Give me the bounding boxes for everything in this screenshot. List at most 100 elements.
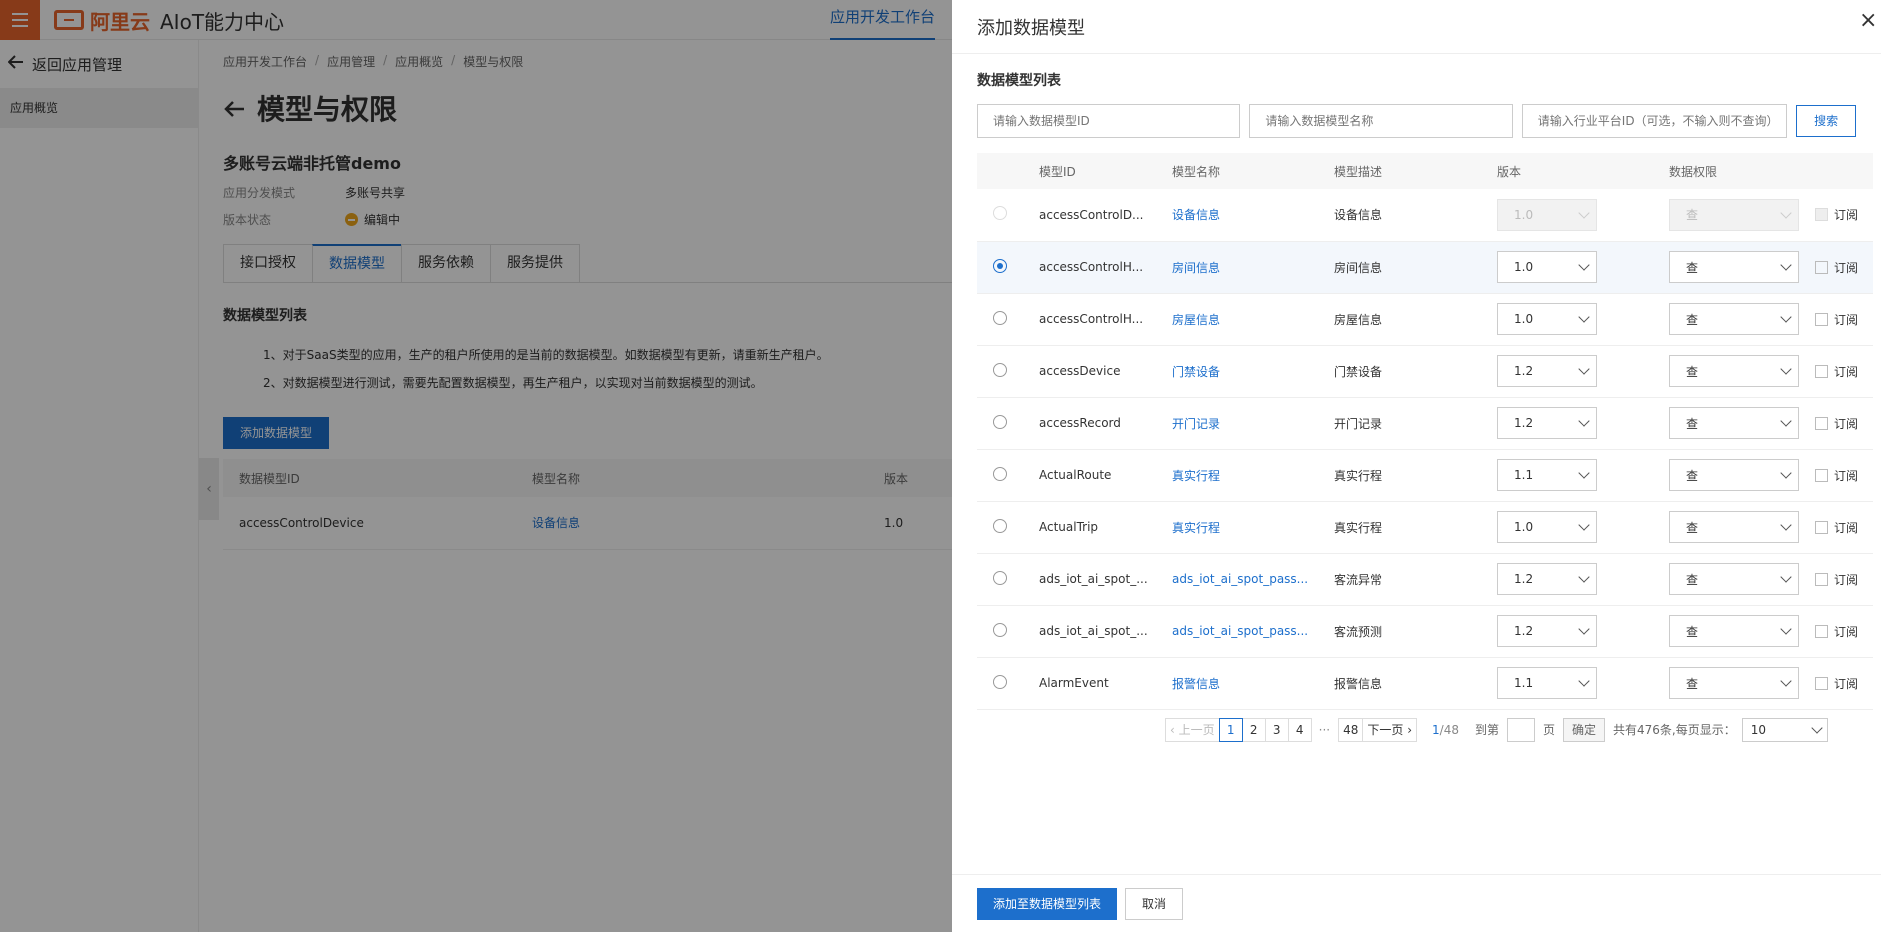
subscribe-checkbox[interactable]: 订阅 — [1815, 311, 1873, 328]
subscribe-checkbox[interactable]: 订阅 — [1815, 675, 1873, 692]
row-radio[interactable] — [993, 622, 1007, 637]
subscribe-checkbox[interactable]: 订阅 — [1815, 519, 1873, 536]
search-button[interactable]: 搜索 — [1796, 105, 1857, 137]
pagination: ‹ 上一页 1 2 3 4 ··· 48 下一页 › 1/48 到第 页 确定 … — [1165, 717, 1856, 742]
subscribe-checkbox[interactable]: 订阅 — [1815, 259, 1873, 276]
permission-select[interactable]: 查 — [1669, 667, 1799, 699]
subscribe-checkbox[interactable]: 订阅 — [1815, 415, 1873, 432]
platform-id-search-input[interactable] — [1521, 104, 1788, 138]
permission-select[interactable]: 查 — [1669, 251, 1799, 283]
cell-model-name-link[interactable]: 开门记录 — [1172, 415, 1334, 432]
table-row[interactable]: accessControlH... 房屋信息 房屋信息 1.0 查订阅 — [977, 293, 1873, 346]
table-row[interactable]: ActualTrip 真实行程 真实行程 1.0 查订阅 — [977, 501, 1873, 554]
chevron-down-icon — [1578, 415, 1590, 427]
table-row[interactable]: accessControlD... 设备信息 设备信息 1.0 查订阅 — [977, 189, 1873, 242]
table-row[interactable]: accessDevice 门禁设备 门禁设备 1.2 查订阅 — [977, 345, 1873, 398]
version-select[interactable]: 1.1 — [1497, 667, 1597, 699]
table-row[interactable]: AlarmEvent 报警信息 报警信息 1.1 查订阅 — [977, 657, 1873, 710]
cell-model-name-link[interactable]: 真实行程 — [1172, 467, 1334, 484]
permission-select[interactable]: 查 — [1669, 407, 1799, 439]
checkbox-icon — [1815, 624, 1828, 638]
model-select-table: 模型ID 模型名称 模型描述 版本 数据权限 accessControlD...… — [977, 153, 1873, 710]
model-id-search-input[interactable] — [977, 104, 1241, 138]
row-radio[interactable] — [993, 310, 1007, 325]
goto-confirm-button[interactable]: 确定 — [1563, 717, 1606, 742]
model-name-search-input[interactable] — [1249, 104, 1513, 138]
row-radio[interactable] — [993, 466, 1007, 481]
chevron-down-icon — [1780, 675, 1792, 687]
prev-page-button[interactable]: ‹ 上一页 — [1165, 717, 1220, 742]
cell-model-desc: 设备信息 — [1334, 208, 1383, 223]
permission-select[interactable]: 查 — [1669, 511, 1799, 543]
checkbox-icon — [1815, 676, 1828, 690]
page-ellipsis: ··· — [1318, 722, 1331, 737]
drawer-footer: 添加至数据模型列表 取消 — [952, 874, 1881, 932]
page-button[interactable]: 3 — [1264, 717, 1289, 742]
version-select[interactable]: 1.2 — [1497, 407, 1597, 439]
row-radio[interactable] — [993, 518, 1007, 533]
checkbox-icon — [1815, 416, 1828, 430]
version-select[interactable]: 1.0 — [1497, 303, 1597, 335]
permission-select[interactable]: 查 — [1669, 355, 1799, 387]
cell-model-name-link[interactable]: ads_iot_ai_spot_pass... — [1172, 624, 1334, 638]
version-select[interactable]: 1.2 — [1497, 355, 1597, 387]
permission-select[interactable]: 查 — [1669, 563, 1799, 595]
row-radio[interactable] — [993, 362, 1007, 377]
cell-model-desc: 开门记录 — [1334, 416, 1383, 431]
cell-model-name-link[interactable]: 房屋信息 — [1172, 311, 1334, 328]
cell-model-name-link[interactable]: 真实行程 — [1172, 519, 1334, 536]
cell-model-name-link[interactable]: 门禁设备 — [1172, 363, 1334, 380]
permission-select[interactable]: 查 — [1669, 303, 1799, 335]
cell-model-desc: 报警信息 — [1334, 676, 1383, 691]
row-radio[interactable] — [993, 570, 1007, 585]
subscribe-checkbox[interactable]: 订阅 — [1815, 363, 1873, 380]
close-icon[interactable]: × — [1859, 8, 1881, 33]
subscribe-checkbox[interactable]: 订阅 — [1815, 467, 1873, 484]
row-radio[interactable] — [993, 674, 1007, 689]
cell-model-desc: 真实行程 — [1334, 520, 1383, 535]
page-button[interactable]: 48 — [1338, 717, 1364, 742]
version-select: 1.0 — [1497, 198, 1597, 231]
add-to-list-button[interactable]: 添加至数据模型列表 — [977, 887, 1118, 920]
chevron-down-icon — [1578, 207, 1590, 219]
row-radio[interactable] — [993, 414, 1007, 429]
cell-model-desc: 房间信息 — [1334, 260, 1383, 275]
list-title: 数据模型列表 — [977, 73, 1061, 89]
cell-model-name-link[interactable]: 报警信息 — [1172, 675, 1334, 692]
version-select[interactable]: 1.0 — [1497, 251, 1597, 283]
subscribe-checkbox[interactable]: 订阅 — [1815, 571, 1873, 588]
cell-model-id: ads_iot_ai_spot_... — [1039, 572, 1148, 586]
page-size-select[interactable]: 10 — [1741, 717, 1828, 742]
drawer-title: 添加数据模型 — [977, 17, 1085, 39]
modal-overlay[interactable] — [0, 0, 952, 932]
table-row[interactable]: ActualRoute 真实行程 真实行程 1.1 查订阅 — [977, 449, 1873, 502]
checkbox-icon — [1815, 520, 1828, 534]
chevron-down-icon — [1780, 415, 1792, 427]
version-select[interactable]: 1.2 — [1497, 563, 1597, 595]
row-radio[interactable] — [993, 258, 1007, 273]
cell-model-name-link[interactable]: 房间信息 — [1172, 259, 1334, 276]
version-select[interactable]: 1.0 — [1497, 511, 1597, 543]
page-button[interactable]: 2 — [1241, 717, 1266, 742]
permission-select[interactable]: 查 — [1669, 459, 1799, 491]
cancel-button[interactable]: 取消 — [1125, 887, 1184, 920]
chevron-down-icon — [1780, 623, 1792, 635]
table-row[interactable]: ads_iot_ai_spot_... ads_iot_ai_spot_pass.… — [977, 553, 1873, 606]
goto-page: 到第 页 确定 — [1475, 717, 1606, 742]
subscribe-checkbox[interactable]: 订阅 — [1815, 623, 1873, 640]
page-button[interactable]: 4 — [1287, 717, 1312, 742]
table-row[interactable]: accessControlH... 房间信息 房间信息 1.0 查订阅 — [977, 241, 1873, 294]
goto-page-input[interactable] — [1506, 717, 1535, 742]
cell-model-name-link[interactable]: 设备信息 — [1172, 206, 1334, 223]
table-row[interactable]: accessRecord 开门记录 开门记录 1.2 查订阅 — [977, 397, 1873, 450]
cell-model-id: AlarmEvent — [1039, 676, 1109, 690]
cell-model-id: accessControlH... — [1039, 312, 1144, 326]
permission-select[interactable]: 查 — [1669, 615, 1799, 647]
cell-model-name-link[interactable]: ads_iot_ai_spot_pass... — [1172, 572, 1334, 586]
next-page-button[interactable]: 下一页 › — [1362, 717, 1418, 742]
version-select[interactable]: 1.1 — [1497, 459, 1597, 491]
cell-model-id: ActualRoute — [1039, 468, 1112, 482]
version-select[interactable]: 1.2 — [1497, 615, 1597, 647]
table-row[interactable]: ads_iot_ai_spot_... ads_iot_ai_spot_pass.… — [977, 605, 1873, 658]
page-button[interactable]: 1 — [1218, 717, 1243, 742]
